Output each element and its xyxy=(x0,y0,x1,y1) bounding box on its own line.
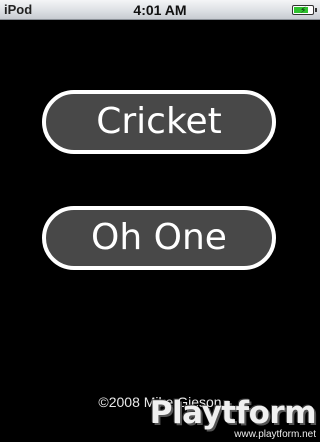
battery-icon: ⚡ xyxy=(292,5,317,15)
watermark-logo: Playtform xyxy=(149,395,317,431)
oh-one-button[interactable]: Oh One xyxy=(42,206,276,270)
status-clock: 4:01 AM xyxy=(133,2,187,18)
playtform-watermark: Playtform www.playtform.net xyxy=(149,395,317,441)
cricket-button[interactable]: Cricket xyxy=(42,90,276,154)
status-bar: iPod 4:01 AM ⚡ xyxy=(0,0,320,20)
charging-plug-icon: ⚡ xyxy=(300,5,307,15)
